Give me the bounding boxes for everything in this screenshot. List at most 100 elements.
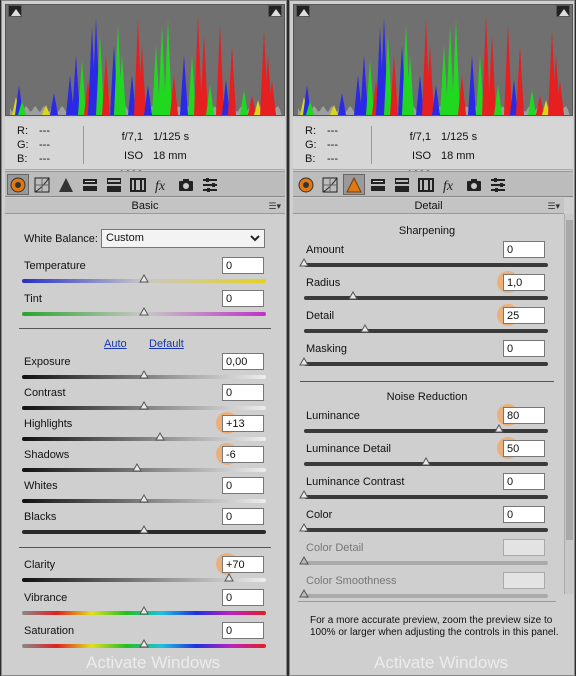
slider-color-detail-thumb (299, 556, 309, 565)
panel-menu-icon[interactable]: ☰▾ (547, 198, 560, 214)
default-link[interactable]: Default (149, 338, 184, 350)
basic-panel: R:--- G:--- B:--- f/7,11/125 s ISO 16001… (1, 0, 287, 676)
effects-icon: fx (443, 179, 454, 194)
slider-whites-value-field[interactable]: 0 (222, 477, 264, 494)
slider-radius-value-field[interactable]: 1,0 (503, 274, 545, 291)
slider-clarity-value-field[interactable]: +70 (222, 556, 264, 573)
slider-luminance-contrast-track[interactable] (304, 495, 548, 499)
slider-amount-track[interactable] (304, 263, 548, 267)
slider-color-smoothness-label: Color Smoothness (306, 575, 397, 587)
slider-luminance-thumb[interactable] (494, 424, 505, 433)
slider-luminance-track[interactable] (304, 429, 548, 433)
rgb-readout: R: --- G: --- B: --- (305, 124, 338, 166)
shadow-clipping-warning-button[interactable] (296, 5, 310, 17)
white-balance-label: White Balance: (24, 233, 98, 245)
slider-color-detail-track (304, 561, 548, 565)
slider-color-smoothness-value-field (503, 572, 545, 589)
slider-highlights-thumb[interactable] (154, 432, 165, 441)
g-label: G: (305, 139, 317, 151)
detail-icon (59, 177, 73, 192)
split-toning-tab[interactable] (103, 174, 125, 195)
tone-curve-tab[interactable] (31, 174, 53, 195)
camera-calibration-tab[interactable] (463, 174, 485, 195)
slider-exposure-thumb[interactable] (139, 370, 149, 379)
camera-calibration-tab[interactable] (175, 174, 197, 195)
effects-tab[interactable]: fx (151, 174, 173, 195)
slider-luminance-contrast-thumb[interactable] (299, 490, 309, 499)
slider-temperature-label: Temperature (24, 260, 86, 272)
slider-masking-value-field[interactable]: 0 (503, 340, 545, 357)
slider-saturation-thumb[interactable] (139, 639, 149, 648)
hsl-tab[interactable] (367, 174, 389, 195)
slider-vibrance-thumb[interactable] (139, 606, 149, 615)
slider-color-thumb[interactable] (299, 523, 309, 532)
white-balance-select[interactable]: Custom (101, 229, 265, 248)
slider-radius-thumb[interactable] (347, 291, 358, 300)
basic-tab[interactable] (295, 174, 317, 195)
slider-vibrance-value-field[interactable]: 0 (222, 589, 264, 606)
lens-corrections-tab[interactable] (415, 174, 437, 195)
slider-clarity-thumb[interactable] (224, 573, 235, 582)
slider-tint-thumb[interactable] (139, 307, 149, 316)
noise-reduction-heading: Noise Reduction (386, 391, 468, 403)
shadow-clipping-warning-button[interactable] (8, 5, 22, 17)
r-value: --- (327, 125, 338, 137)
scrollbar-thumb[interactable] (566, 220, 573, 540)
detail-tab[interactable] (55, 174, 77, 195)
split-toning-tab[interactable] (391, 174, 413, 195)
slider-color-value-field[interactable]: 0 (503, 506, 545, 523)
slider-blacks-thumb[interactable] (139, 525, 149, 534)
slider-tint-value-field[interactable]: 0 (222, 290, 264, 307)
slider-radius-track[interactable] (304, 296, 548, 300)
slider-masking-track[interactable] (304, 362, 548, 366)
slider-contrast-thumb[interactable] (139, 401, 149, 410)
histogram (293, 4, 573, 116)
slider-highlights-value-field[interactable]: +13 (222, 415, 264, 432)
auto-link[interactable]: Auto (104, 338, 127, 350)
slider-blacks-value-field[interactable]: 0 (222, 508, 264, 525)
presets-tab[interactable] (199, 174, 221, 195)
shutter-speed: 1/125 s (441, 131, 478, 143)
scrollbar[interactable] (564, 214, 574, 594)
slider-temperature-value-field[interactable]: 0 (222, 257, 264, 274)
effects-tab[interactable]: fx (439, 174, 461, 195)
slider-shadows-track[interactable] (22, 468, 266, 472)
slider-detail-track[interactable] (304, 329, 548, 333)
basic-tab[interactable] (7, 174, 29, 195)
hsl-tab[interactable] (79, 174, 101, 195)
highlight-clipping-warning-button[interactable] (556, 5, 570, 17)
slider-luminance-detail-thumb[interactable] (421, 457, 431, 466)
panel-menu-icon[interactable]: ☰▾ (268, 198, 281, 214)
detail-tab[interactable] (343, 174, 365, 195)
slider-exposure-value-field[interactable]: 0,00 (222, 353, 264, 370)
slider-luminance-detail-label: Luminance Detail (306, 443, 391, 455)
lens-corrections-tab[interactable] (127, 174, 149, 195)
separator (298, 601, 556, 602)
slider-luminance-contrast-value-field[interactable]: 0 (503, 473, 545, 490)
slider-saturation-value-field[interactable]: 0 (222, 622, 264, 639)
slider-saturation-label: Saturation (24, 625, 75, 637)
slider-contrast-value-field[interactable]: 0 (222, 384, 264, 401)
info-divider (371, 126, 372, 164)
tone-curve-icon (34, 177, 50, 192)
slider-amount-thumb[interactable] (299, 258, 309, 267)
slider-shadows-thumb[interactable] (131, 463, 142, 472)
slider-luminance-value-field[interactable]: 80 (503, 407, 545, 424)
tone-curve-tab[interactable] (319, 174, 341, 195)
slider-masking-thumb[interactable] (299, 357, 309, 366)
highlight-clipping-warning-button[interactable] (268, 5, 282, 17)
slider-color-track[interactable] (304, 528, 548, 532)
presets-tab[interactable] (487, 174, 509, 195)
slider-whites-thumb[interactable] (139, 494, 149, 503)
slider-detail-thumb[interactable] (360, 324, 370, 333)
slider-detail-value-field[interactable]: 25 (503, 307, 545, 324)
slider-highlights-track[interactable] (22, 437, 266, 441)
slider-temperature-thumb[interactable] (139, 274, 149, 283)
slider-clarity-label: Clarity (24, 559, 56, 571)
panel-tabs: fx (5, 171, 285, 197)
tone-curve-icon (322, 177, 338, 192)
slider-amount-value-field[interactable]: 0 (503, 241, 545, 258)
g-value: --- (39, 139, 50, 151)
slider-shadows-value-field[interactable]: -6 (222, 446, 264, 463)
slider-luminance-detail-value-field[interactable]: 50 (503, 440, 545, 457)
